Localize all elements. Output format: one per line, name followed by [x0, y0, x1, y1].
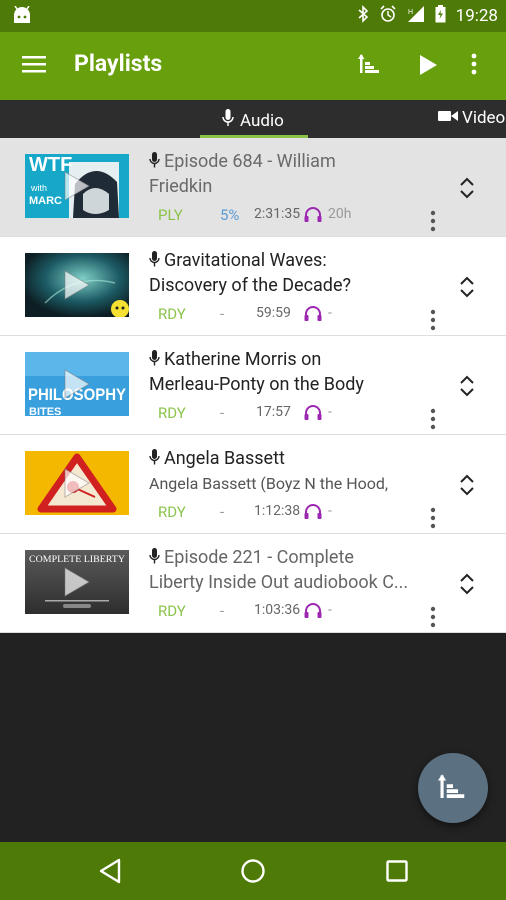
- episode-thumbnail: PHILOSOPHY BITES: [25, 352, 129, 416]
- episode-title: Gravitational Waves:: [149, 248, 327, 275]
- episode-list: WTF with MARC Episode 684 - William Frie…: [0, 138, 506, 633]
- episode-remaining: -: [328, 305, 332, 321]
- headphones-icon: [304, 306, 322, 326]
- episode-status: RDY: [158, 404, 186, 422]
- headphones-icon: [304, 504, 322, 524]
- episode-progress: -: [220, 503, 225, 521]
- sort-icon[interactable]: [358, 54, 382, 80]
- clock: 19:28: [455, 6, 498, 26]
- episode-status: RDY: [158, 305, 186, 323]
- navigation-bar: [0, 842, 506, 900]
- episode-thumbnail: WTF with MARC: [25, 154, 129, 218]
- play-overlay-icon: [63, 170, 91, 206]
- app-bar: Playlists: [0, 32, 506, 100]
- episode-title: Angela Bassett: [149, 446, 285, 473]
- episode-row[interactable]: PHILOSOPHY BITES Katherine Morris on Mer…: [0, 336, 506, 435]
- reorder-handle-icon[interactable]: [459, 275, 475, 303]
- battery-icon: [435, 4, 446, 28]
- episode-duration: 1:03:36: [254, 602, 301, 618]
- episode-row[interactable]: Gravitational Waves: Discovery of the De…: [0, 237, 506, 336]
- reorder-handle-icon[interactable]: [459, 572, 475, 600]
- tab-bar: Audio Video: [0, 100, 506, 138]
- episode-duration: 59:59: [256, 305, 291, 321]
- episode-row[interactable]: COMPLETE LIBERTY Episode 221 - Complete …: [0, 534, 506, 633]
- recent-apps-icon[interactable]: [386, 860, 408, 886]
- microphone-icon: [149, 547, 160, 572]
- reorder-handle-icon[interactable]: [459, 473, 475, 501]
- signal-icon: H: [407, 5, 425, 28]
- episode-remaining: -: [328, 404, 332, 420]
- back-icon[interactable]: [98, 858, 122, 888]
- episode-title-line2: Discovery of the Decade?: [149, 275, 351, 296]
- play-overlay-icon: [63, 566, 91, 602]
- tab-video[interactable]: Video: [438, 108, 505, 128]
- episode-row[interactable]: Angela Bassett Angela Bassett (Boyz N th…: [0, 435, 506, 534]
- play-icon[interactable]: [418, 54, 438, 80]
- episode-status: RDY: [158, 602, 186, 620]
- play-overlay-icon: [63, 269, 91, 305]
- microphone-icon: [222, 108, 234, 133]
- episode-remaining: -: [328, 602, 332, 618]
- tab-audio[interactable]: Audio: [200, 100, 308, 138]
- episode-progress: 5%: [220, 206, 240, 224]
- more-options-icon[interactable]: [430, 606, 436, 632]
- episode-title-line2: Merleau-Ponty on the Body: [149, 374, 364, 395]
- more-options-icon[interactable]: [430, 507, 436, 533]
- episode-progress: -: [220, 305, 225, 323]
- episode-thumbnail: [25, 253, 129, 317]
- play-overlay-icon: [63, 467, 91, 503]
- alarm-icon: [379, 4, 397, 28]
- headphones-icon: [304, 207, 322, 227]
- episode-progress: -: [220, 404, 225, 422]
- episode-title-line2: Friedkin: [149, 176, 213, 197]
- reorder-handle-icon[interactable]: [459, 374, 475, 402]
- episode-status: RDY: [158, 503, 186, 521]
- microphone-icon: [149, 349, 160, 374]
- episode-title-line2: Liberty Inside Out audiobook C...: [149, 572, 409, 593]
- episode-title: Katherine Morris on: [149, 347, 321, 374]
- sort-icon: [438, 774, 465, 798]
- headphones-icon: [304, 603, 322, 623]
- episode-status: PLY: [158, 206, 183, 224]
- episode-row[interactable]: WTF with MARC Episode 684 - William Frie…: [0, 138, 506, 237]
- microphone-icon: [149, 448, 160, 473]
- more-options-icon[interactable]: [430, 408, 436, 434]
- menu-icon[interactable]: [22, 54, 46, 78]
- svg-text:H: H: [408, 9, 413, 16]
- episode-remaining: 20h: [328, 206, 352, 222]
- microphone-icon: [149, 151, 160, 176]
- episode-duration: 1:12:38: [254, 503, 301, 519]
- tab-video-label: Video: [462, 108, 506, 128]
- episode-description: Angela Bassett (Boyz N the Hood,: [149, 474, 389, 493]
- episode-duration: 2:31:35: [254, 206, 301, 222]
- headphones-icon: [304, 405, 322, 425]
- episode-remaining: -: [328, 503, 332, 519]
- reorder-handle-icon[interactable]: [459, 176, 475, 204]
- episode-title: Episode 684 - William: [149, 149, 336, 176]
- more-options-icon[interactable]: [430, 210, 436, 236]
- svg-text:MARC: MARC: [29, 195, 62, 207]
- episode-title: Episode 221 - Complete: [149, 545, 354, 572]
- home-icon[interactable]: [240, 858, 266, 888]
- more-options-icon[interactable]: [470, 52, 478, 80]
- status-bar: H 19:28: [0, 0, 506, 32]
- android-icon: [12, 5, 32, 28]
- episode-thumbnail: COMPLETE LIBERTY: [25, 550, 129, 614]
- videocam-icon: [438, 108, 458, 128]
- page-title: Playlists: [74, 50, 163, 77]
- episode-duration: 17:57: [256, 404, 291, 420]
- episode-progress: -: [220, 602, 225, 620]
- svg-text:COMPLETE LIBERTY: COMPLETE LIBERTY: [29, 554, 126, 564]
- svg-text:BITES: BITES: [29, 406, 61, 416]
- more-options-icon[interactable]: [430, 309, 436, 335]
- bluetooth-icon: [357, 4, 369, 28]
- microphone-icon: [149, 250, 160, 275]
- svg-text:with: with: [30, 183, 47, 193]
- episode-thumbnail: [25, 451, 129, 515]
- sort-fab-button[interactable]: [418, 753, 488, 823]
- play-overlay-icon: [63, 368, 91, 404]
- tab-audio-label: Audio: [240, 110, 284, 131]
